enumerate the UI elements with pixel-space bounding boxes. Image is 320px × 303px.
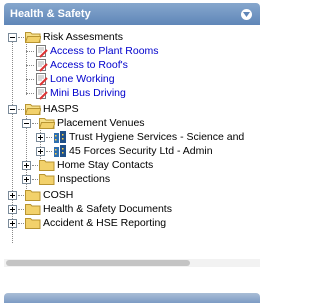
collapse-node-icon[interactable] [8,104,17,114]
collapse-node-icon[interactable] [8,32,17,42]
tree-label: HASPS [43,103,79,115]
expand-node-icon[interactable] [22,160,31,170]
tree-node-risk-assessments[interactable]: Risk Assesments [8,30,123,44]
expand-node-icon[interactable] [36,132,45,142]
folder-icon [39,174,55,185]
document-edit-icon [36,58,48,72]
tree-label: Placement Venues [57,117,145,129]
expand-node-icon[interactable] [8,190,17,200]
panel-header: Health & Safety [4,3,260,25]
scrollbar-thumb[interactable] [6,260,190,266]
expand-node-icon[interactable] [8,218,17,228]
document-edit-icon [36,72,48,86]
organisation-icon [54,144,66,157]
tree-node-placement-venues[interactable]: Placement Venues [22,116,145,130]
tree-label: Inspections [57,173,111,185]
document-edit-icon [36,86,48,100]
collapse-node-icon[interactable] [22,118,31,128]
folder-icon [39,160,55,171]
expand-node-icon[interactable] [36,146,45,156]
tree-leaf-access-roofs[interactable]: Access to Roof's [26,58,128,72]
tree-leaf-access-plant-rooms[interactable]: Access to Plant Rooms [26,44,159,58]
tree-leaf-lone-working[interactable]: Lone Working [26,72,115,86]
folder-open-icon [25,104,41,115]
tree-node-trust-hygiene[interactable]: Trust Hygiene Services - Science and [36,130,244,144]
tree-node-cosh[interactable]: COSH [8,188,73,202]
tree-node-hs-documents[interactable]: Health & Safety Documents [8,202,172,216]
tree-label: 45 Forces Security Ltd - Admin [69,145,213,157]
expand-node-icon[interactable] [22,174,31,184]
folder-icon [25,218,41,229]
tree-link[interactable]: Access to Plant Rooms [50,44,159,58]
tree-label: Health & Safety Documents [43,203,172,215]
tree-node-inspections[interactable]: Inspections [22,172,110,186]
expand-node-icon[interactable] [8,204,17,214]
tree-label: Trust Hygiene Services - Science and [69,131,245,143]
organisation-icon [54,130,66,143]
tree-node-45-forces[interactable]: 45 Forces Security Ltd - Admin [36,144,213,158]
folder-open-icon [25,32,41,43]
tree-node-accident-reporting[interactable]: Accident & HSE Reporting [8,216,166,230]
navigation-tree: Risk Assesments Access to Plant Rooms Ac… [4,27,260,257]
tree-label: Home Stay Contacts [57,159,154,171]
tree-node-home-stay-contacts[interactable]: Home Stay Contacts [22,158,153,172]
panel-title: Health & Safety [10,8,91,20]
folder-open-icon [39,118,55,129]
document-edit-icon [36,44,48,58]
tree-label: Accident & HSE Reporting [43,217,167,229]
tree-label: Risk Assesments [43,31,123,43]
folder-icon [25,204,41,215]
tree-link[interactable]: Lone Working [50,72,115,86]
tree-label: COSH [43,189,74,201]
next-panel-header[interactable] [4,293,260,303]
tree-link[interactable]: Mini Bus Driving [50,86,126,100]
collapse-icon[interactable] [241,9,252,20]
tree-leaf-mini-bus-driving[interactable]: Mini Bus Driving [26,86,126,100]
tree-node-hasps[interactable]: HASPS [8,102,79,116]
tree-link[interactable]: Access to Roof's [50,58,128,72]
folder-icon [25,190,41,201]
